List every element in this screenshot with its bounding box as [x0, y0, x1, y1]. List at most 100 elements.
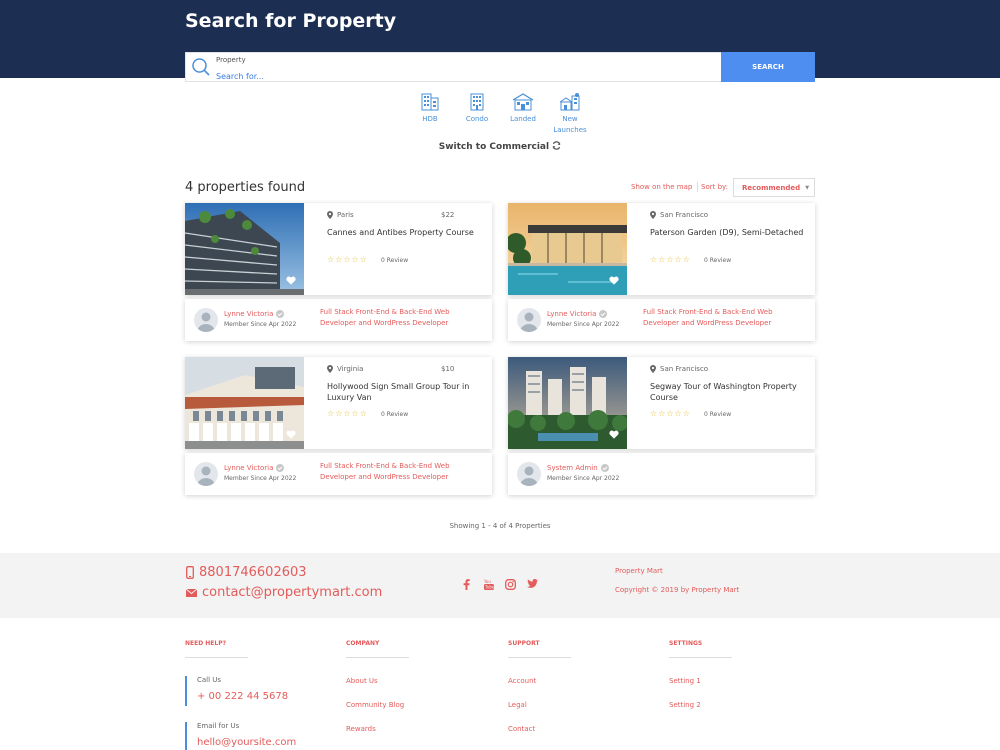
footer-email[interactable]: contact@propertymart.com — [186, 585, 382, 600]
results-count: 4 properties found — [185, 180, 306, 195]
svg-text:You: You — [484, 579, 491, 584]
type-condo[interactable]: Condo — [457, 93, 497, 125]
owner-name[interactable]: Lynne Victoria — [547, 310, 608, 318]
col-rule — [346, 657, 409, 658]
footer-link-legal[interactable]: Legal — [508, 701, 527, 709]
owner-name-text: Lynne Victoria — [547, 310, 597, 318]
col-rule — [508, 657, 571, 658]
show-on-map-link[interactable]: Show on the map — [631, 183, 692, 191]
review-count: 0 Review — [381, 411, 409, 418]
star-rating: ☆☆☆☆☆ — [650, 409, 691, 418]
owner-role: Full Stack Front-End & Back-End Web Deve… — [320, 462, 450, 481]
call-us-block: Call Us + 00 222 44 5678 — [185, 676, 288, 706]
email-us-value[interactable]: hello@yoursite.com — [197, 737, 296, 748]
call-us-value[interactable]: + 00 222 44 5678 — [197, 691, 288, 702]
property-title[interactable]: Cannes and Antibes Property Course — [327, 227, 487, 238]
search-field-label: Property — [216, 56, 246, 64]
owner-name[interactable]: Lynne Victoria — [224, 310, 285, 318]
map-pin-icon — [327, 365, 333, 373]
footer-link-community-blog[interactable]: Community Blog — [346, 701, 404, 709]
avatar — [517, 308, 541, 332]
switch-to-commercial[interactable]: Switch to Commercial — [0, 141, 1000, 152]
favorite-heart-icon[interactable] — [609, 270, 619, 289]
location: San Francisco — [650, 365, 708, 373]
property-image[interactable] — [508, 203, 627, 295]
facebook-icon[interactable] — [463, 579, 470, 590]
type-label: Landed — [510, 115, 536, 123]
property-image[interactable] — [185, 203, 304, 295]
type-landed[interactable]: Landed — [503, 93, 543, 125]
owner-role: Full Stack Front-End & Back-End Web Deve… — [643, 308, 773, 327]
footer-phone[interactable]: 8801746602603 — [186, 565, 307, 580]
type-new-launches[interactable]: New Launches — [550, 93, 590, 136]
type-hdb[interactable]: HDB — [410, 93, 450, 125]
price: $10 — [441, 365, 455, 373]
footer-link-setting-2[interactable]: Setting 2 — [669, 701, 701, 709]
footer-col-company: COMPANY About Us Community Blog Rewards — [346, 640, 496, 750]
footer-contact-bar: 8801746602603 contact@propertymart.com Y… — [0, 553, 1000, 618]
property-image[interactable] — [508, 357, 627, 449]
page-title: Search for Property — [185, 10, 397, 32]
avatar — [517, 462, 541, 486]
property-title[interactable]: Hollywood Sign Small Group Tour in Luxur… — [327, 381, 487, 403]
search-icon — [186, 53, 216, 81]
footer-link-rewards[interactable]: Rewards — [346, 725, 376, 733]
property-card[interactable]: San Francisco Paterson Garden (D9), Semi… — [508, 203, 815, 295]
owner-card: System Admin Member Since Apr 2022 — [508, 453, 815, 495]
map-pin-icon — [650, 365, 656, 373]
property-title[interactable]: Segway Tour of Washington Property Cours… — [650, 381, 810, 403]
property-title[interactable]: Paterson Garden (D9), Semi-Detached — [650, 227, 810, 238]
type-label: Condo — [465, 115, 489, 123]
sort-select[interactable]: Recommended ▼ — [733, 178, 815, 197]
call-us-label: Call Us — [197, 676, 222, 684]
member-since: Member Since Apr 2022 — [547, 475, 620, 482]
search-input[interactable] — [216, 72, 721, 81]
col-rule — [669, 657, 732, 658]
property-type-filter: HDB Condo Landed New Launches — [0, 93, 1000, 135]
email-us-block: Email for Us hello@yoursite.com — [185, 722, 296, 750]
property-card[interactable]: Paris $22 Cannes and Antibes Property Co… — [185, 203, 492, 295]
property-image[interactable] — [185, 357, 304, 449]
owner-name[interactable]: Lynne Victoria — [224, 464, 285, 472]
favorite-heart-icon[interactable] — [609, 424, 619, 443]
pagination-summary: Showing 1 - 4 of 4 Properties — [449, 522, 551, 530]
footer-link-setting-1[interactable]: Setting 1 — [669, 677, 701, 685]
favorite-heart-icon[interactable] — [286, 270, 296, 289]
footer-col-settings: SETTINGS Setting 1 Setting 2 — [669, 640, 819, 750]
footer-link-contact[interactable]: Contact — [508, 725, 535, 733]
house-icon — [512, 93, 534, 111]
col-rule — [185, 657, 248, 658]
type-label: HDB — [422, 115, 438, 123]
member-since: Member Since Apr 2022 — [547, 321, 620, 328]
type-label: New Launches — [553, 115, 587, 134]
owner-name[interactable]: System Admin — [547, 464, 609, 472]
member-since: Member Since Apr 2022 — [224, 475, 297, 482]
owner-card: Lynne Victoria Member Since Apr 2022 Ful… — [508, 299, 815, 341]
instagram-icon[interactable] — [505, 579, 516, 590]
search-bar: Property SEARCH — [185, 52, 815, 82]
youtube-icon[interactable]: You Tube — [484, 579, 494, 590]
avatar — [194, 462, 218, 486]
verified-icon — [600, 464, 609, 472]
star-rating: ☆☆☆☆☆ — [650, 255, 691, 264]
property-card[interactable]: Virginia $10 Hollywood Sign Small Group … — [185, 357, 492, 449]
star-rating: ☆☆☆☆☆ — [327, 255, 368, 264]
owner-name-text: Lynne Victoria — [224, 310, 274, 318]
avatar — [194, 308, 218, 332]
footer-link-account[interactable]: Account — [508, 677, 536, 685]
search-button[interactable]: SEARCH — [721, 52, 815, 82]
location: San Francisco — [650, 211, 708, 219]
phone-icon — [186, 566, 194, 579]
favorite-heart-icon[interactable] — [286, 424, 296, 443]
owner-role: Full Stack Front-End & Back-End Web Deve… — [320, 308, 450, 327]
footer-link-about-us[interactable]: About Us — [346, 677, 378, 685]
building-icon — [421, 93, 439, 111]
owner-card: Lynne Victoria Member Since Apr 2022 Ful… — [185, 299, 492, 341]
svg-text:Tube: Tube — [484, 585, 494, 590]
col-heading: NEED HELP? — [185, 640, 227, 647]
property-card[interactable]: San Francisco Segway Tour of Washington … — [508, 357, 815, 449]
twitter-icon[interactable] — [527, 579, 538, 588]
brand-name[interactable]: Property Mart — [615, 567, 663, 575]
review-count: 0 Review — [704, 257, 732, 264]
footer-phone-text: 8801746602603 — [199, 565, 307, 580]
